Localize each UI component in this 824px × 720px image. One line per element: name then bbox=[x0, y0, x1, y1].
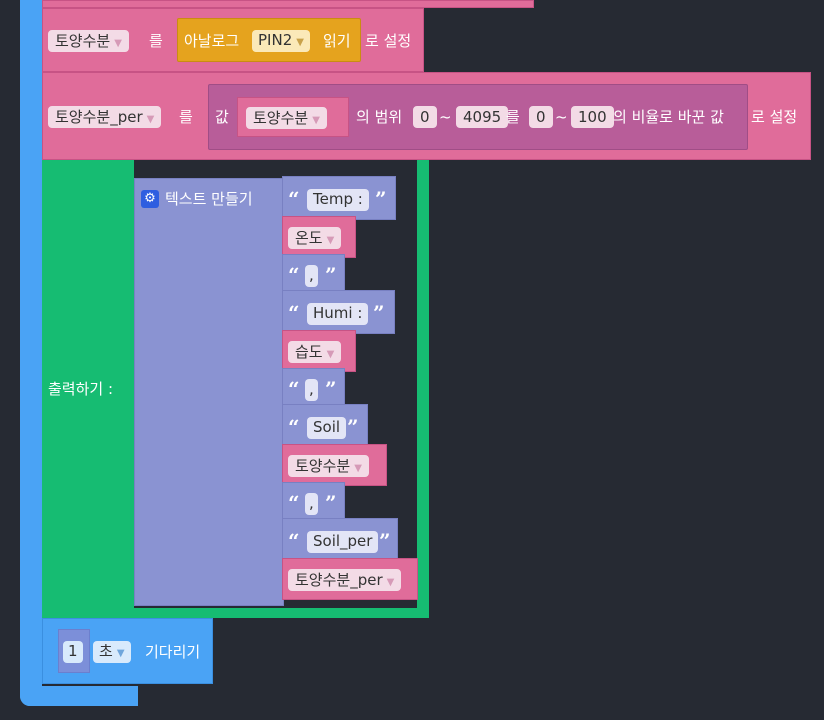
text-value[interactable]: Soil bbox=[307, 417, 347, 439]
join-text-block[interactable]: ⚙ 텍스트 만들기 bbox=[134, 178, 284, 606]
time-unit-dropdown[interactable]: 초 ▼ bbox=[93, 641, 131, 663]
print-block[interactable]: 출력하기 : ⚙ 텍스트 만들기 “ Temp : ” 온도 ▼ “ , ” “ … bbox=[42, 160, 429, 618]
variable-dropdown[interactable]: 토양수분_per ▼ bbox=[48, 106, 162, 128]
previous-block-stub[interactable] bbox=[42, 0, 534, 8]
read-label: 읽기 bbox=[323, 32, 351, 50]
text-block[interactable]: “ , ” bbox=[282, 482, 345, 522]
text-block[interactable]: “ Temp : ” bbox=[282, 176, 396, 220]
analog-read-block[interactable]: 아날로그 PIN2 ▼ 읽기 bbox=[177, 18, 361, 62]
from-high-input[interactable]: 4095 bbox=[456, 106, 509, 128]
source-variable-dropdown[interactable]: 토양수분 ▼ bbox=[246, 107, 327, 129]
open-quote-icon: “ bbox=[288, 415, 300, 439]
source-variable-block[interactable]: 토양수분 ▼ bbox=[237, 97, 349, 137]
map-value-block[interactable]: 값 토양수분 ▼ 의 범위 0 ~ 4095 를 0 ~ 100 의 비율로 바꾼… bbox=[208, 84, 748, 150]
close-quote-icon: ” bbox=[325, 491, 337, 515]
variable-block[interactable]: 온도 ▼ bbox=[282, 216, 356, 258]
open-quote-icon: “ bbox=[288, 301, 300, 325]
wait-number-block[interactable]: 1 bbox=[58, 629, 90, 673]
text-value[interactable]: Soil_per bbox=[307, 531, 379, 553]
chevron-down-icon: ▼ bbox=[354, 463, 362, 474]
to-low-input[interactable]: 0 bbox=[529, 106, 553, 128]
chevron-down-icon: ▼ bbox=[114, 38, 122, 49]
text-block[interactable]: “ Soil_per ” bbox=[282, 518, 398, 562]
join-label: 텍스트 만들기 bbox=[165, 190, 253, 208]
set-variable-block-1[interactable]: 토양수분 ▼ 를 아날로그 PIN2 ▼ 읽기 로 설정 bbox=[42, 8, 424, 72]
tilde: ~ bbox=[439, 108, 452, 126]
wait-block[interactable]: 1 초 ▼ 기다리기 bbox=[42, 618, 213, 684]
wait-label: 기다리기 bbox=[145, 643, 201, 661]
variable-block[interactable]: 습도 ▼ bbox=[282, 330, 356, 372]
tilde: ~ bbox=[555, 108, 568, 126]
text-value[interactable]: Temp : bbox=[307, 189, 369, 211]
variable-dropdown[interactable]: 토양수분 ▼ bbox=[48, 30, 129, 52]
open-quote-icon: “ bbox=[288, 377, 300, 401]
variable-dropdown[interactable]: 습도 ▼ bbox=[288, 341, 342, 363]
variable-dropdown[interactable]: 온도 ▼ bbox=[288, 227, 342, 249]
close-quote-icon: ” bbox=[325, 377, 337, 401]
open-quote-icon: “ bbox=[288, 529, 300, 553]
print-label: 출력하기 : bbox=[48, 380, 114, 398]
text-block[interactable]: “ , ” bbox=[282, 368, 345, 408]
set-label: 로 설정 bbox=[365, 32, 412, 50]
set-label: 로 설정 bbox=[751, 108, 798, 126]
close-quote-icon: ” bbox=[375, 187, 387, 211]
chevron-down-icon: ▼ bbox=[146, 114, 155, 125]
loop-block-bottom-bar[interactable] bbox=[20, 686, 138, 706]
variable-block[interactable]: 토양수분 ▼ bbox=[282, 444, 387, 486]
pin-dropdown[interactable]: PIN2 ▼ bbox=[252, 30, 310, 52]
text-value[interactable]: , bbox=[305, 379, 318, 401]
set-variable-block-2[interactable]: 토양수분_per ▼ 를 값 토양수분 ▼ 의 범위 0 ~ 4095 를 0 ~ … bbox=[42, 72, 811, 160]
loop-block-left-bar[interactable] bbox=[20, 0, 42, 706]
value-label: 값 bbox=[215, 108, 229, 126]
to-word: 를 bbox=[179, 108, 193, 126]
text-value[interactable]: Humi : bbox=[307, 303, 369, 325]
open-quote-icon: “ bbox=[288, 187, 300, 211]
text-block[interactable]: “ Humi : ” bbox=[282, 290, 395, 334]
variable-dropdown[interactable]: 토양수분 ▼ bbox=[288, 455, 369, 477]
range-word: 의 범위 bbox=[356, 108, 403, 126]
text-value[interactable]: , bbox=[305, 493, 318, 515]
open-quote-icon: “ bbox=[288, 263, 300, 287]
text-block[interactable]: “ , ” bbox=[282, 254, 345, 294]
text-block[interactable]: “ Soil ” bbox=[282, 404, 368, 448]
close-quote-icon: ” bbox=[347, 415, 359, 439]
wait-amount-input[interactable]: 1 bbox=[63, 641, 83, 663]
from-low-input[interactable]: 0 bbox=[413, 106, 437, 128]
close-quote-icon: ” bbox=[373, 301, 385, 325]
chevron-down-icon: ▼ bbox=[296, 37, 304, 48]
open-quote-icon: “ bbox=[288, 491, 300, 515]
chevron-down-icon: ▼ bbox=[116, 648, 125, 659]
chevron-down-icon: ▼ bbox=[326, 349, 335, 360]
variable-block[interactable]: 토양수분_per ▼ bbox=[282, 558, 418, 600]
text-value[interactable]: , bbox=[305, 265, 318, 287]
chevron-down-icon: ▼ bbox=[312, 115, 320, 126]
chevron-down-icon: ▼ bbox=[386, 577, 395, 588]
to-high-input[interactable]: 100 bbox=[571, 106, 614, 128]
variable-dropdown[interactable]: 토양수분_per ▼ bbox=[288, 569, 402, 591]
chevron-down-icon: ▼ bbox=[326, 235, 335, 246]
close-quote-icon: ” bbox=[325, 263, 337, 287]
to-word-2: 를 bbox=[506, 108, 520, 126]
gear-icon[interactable]: ⚙ bbox=[141, 190, 159, 208]
close-quote-icon: ” bbox=[379, 529, 391, 553]
to-word: 를 bbox=[149, 32, 163, 50]
analog-label: 아날로그 bbox=[184, 32, 240, 50]
ratio-label: 의 비율로 바꾼 값 bbox=[613, 108, 724, 126]
